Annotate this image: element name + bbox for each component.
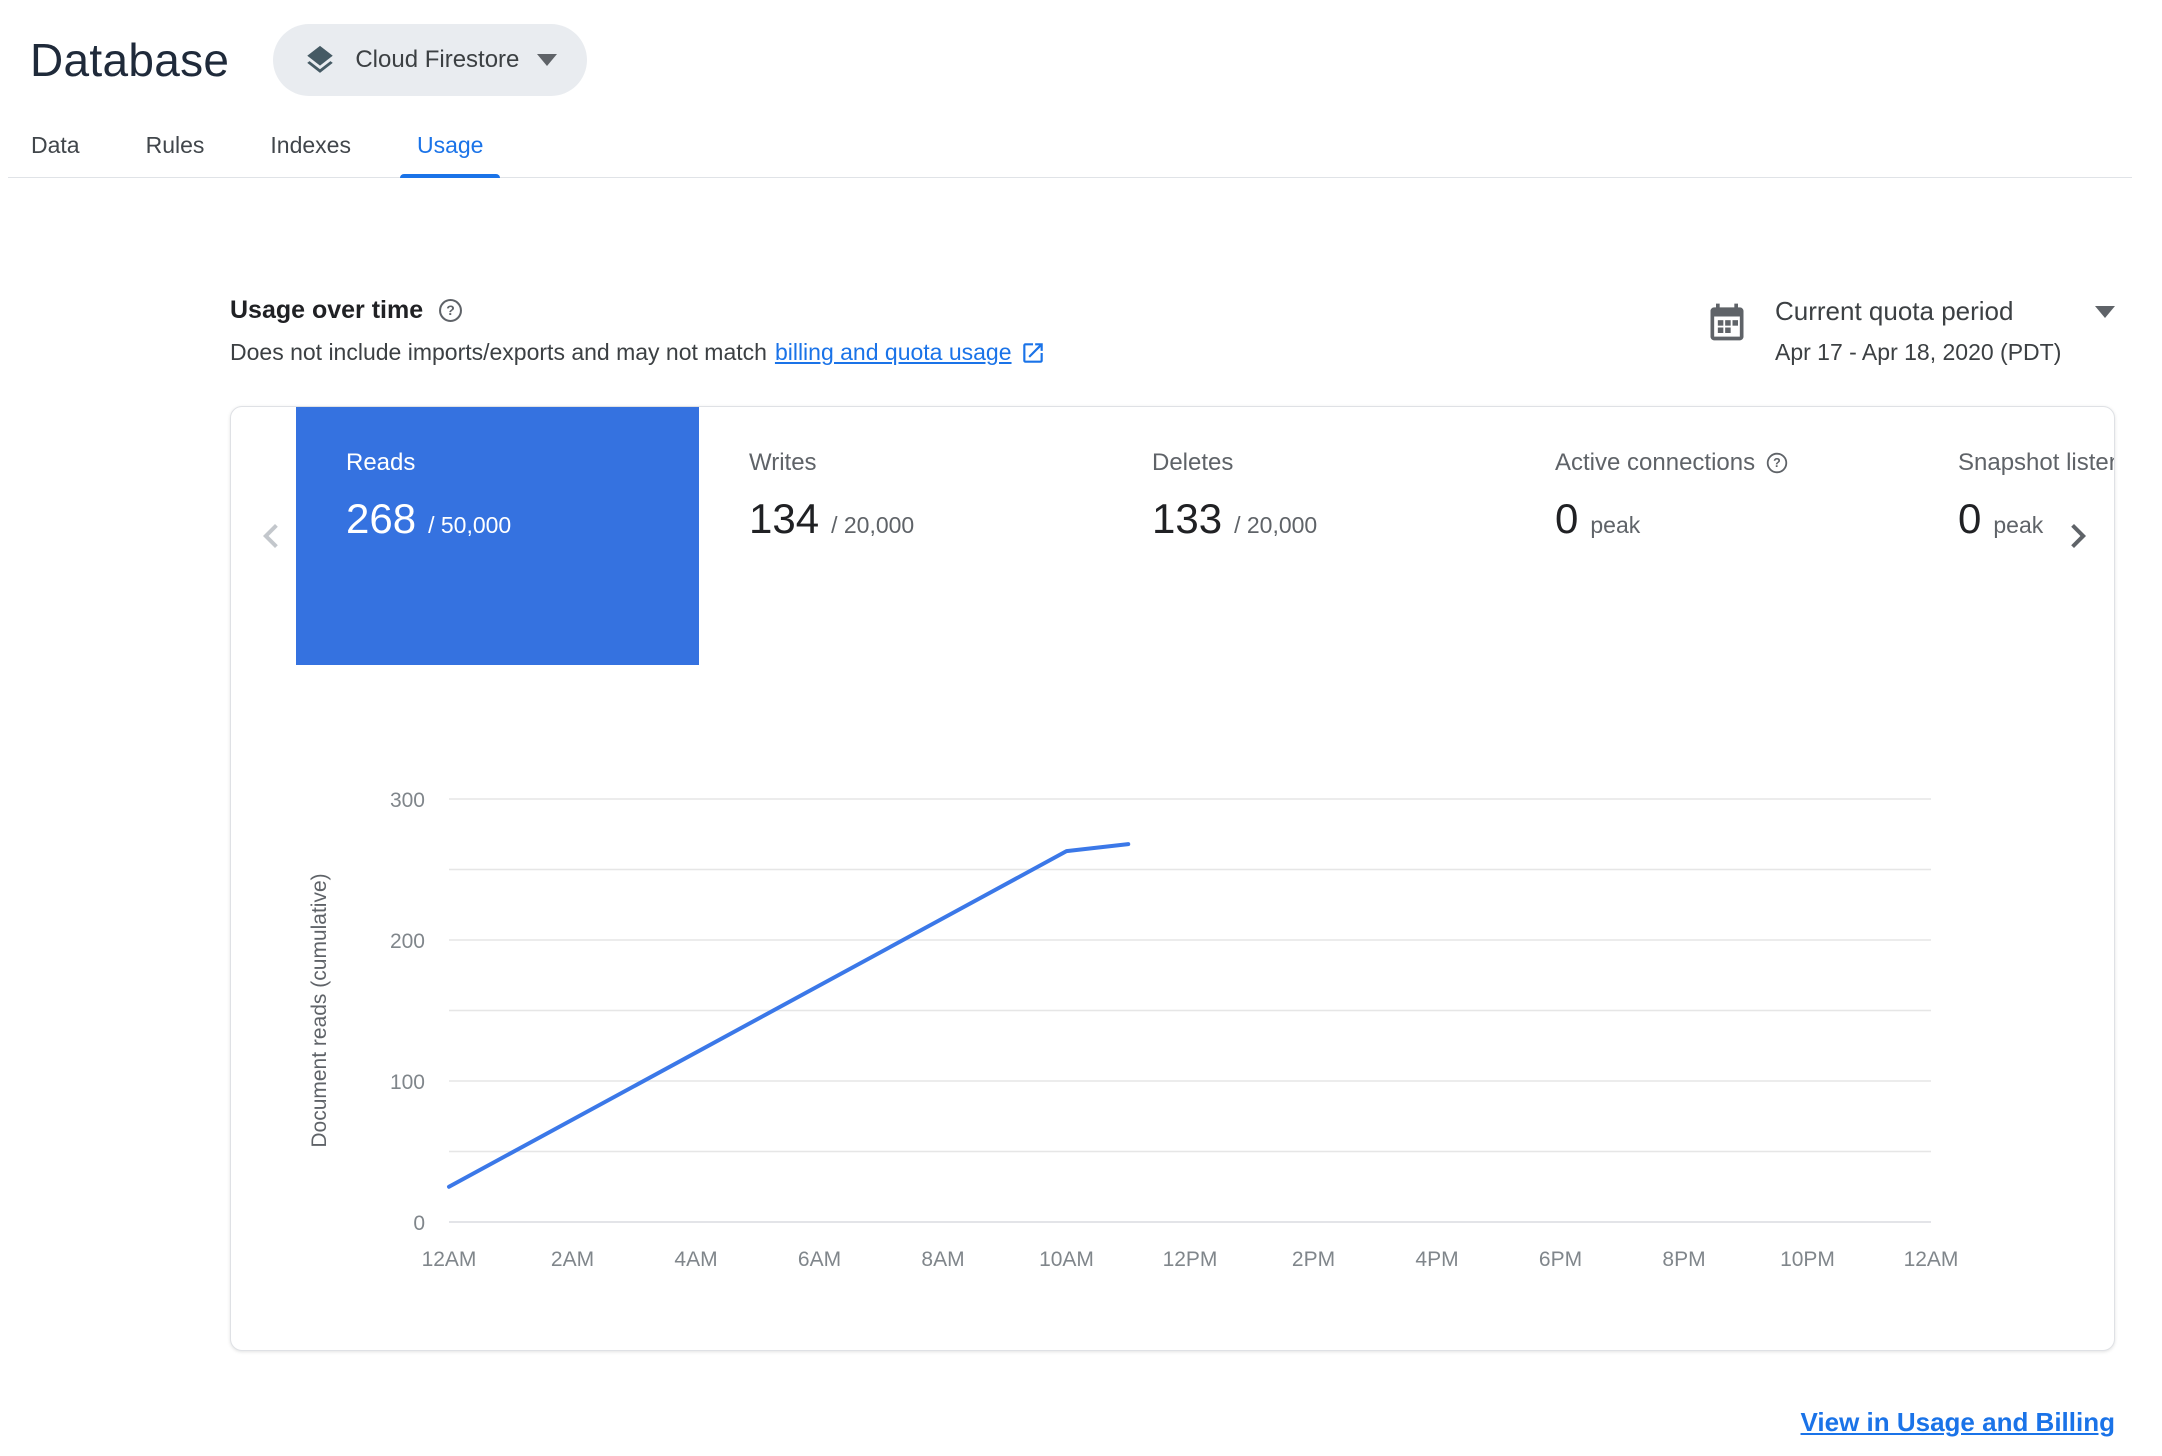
tab-data[interactable]: Data <box>8 132 103 177</box>
quota-period-label: Current quota period <box>1775 296 2014 326</box>
metric-value: 133 <box>1152 495 1223 542</box>
tab-bar: Data Rules Indexes Usage <box>8 132 2132 178</box>
view-usage-billing-link[interactable]: View in Usage and Billing <box>1801 1407 2115 1437</box>
metric-label: Snapshot listeners <box>1958 449 2114 476</box>
svg-text:?: ? <box>1773 456 1781 470</box>
x-tick-label: 2PM <box>1292 1248 1335 1271</box>
chevron-down-icon <box>2095 305 2115 318</box>
y-tick-label: 0 <box>413 1212 425 1235</box>
tab-usage[interactable]: Usage <box>394 132 506 178</box>
x-tick-label: 12AM <box>1904 1248 1959 1271</box>
metric-suffix: peak <box>1993 512 2044 538</box>
metric-label: Reads <box>346 449 416 476</box>
quota-period-selector[interactable]: Current quota period Apr 17 - Apr 18, 20… <box>1705 296 2115 366</box>
product-selector[interactable]: Cloud Firestore <box>273 24 588 96</box>
x-tick-label: 6AM <box>798 1248 841 1271</box>
metric-tiles: Reads 268 / 50,000 Writes 134 / 20,000 D… <box>296 407 2114 665</box>
x-tick-label: 10PM <box>1780 1248 1835 1271</box>
x-tick-label: 8PM <box>1662 1248 1705 1271</box>
page-title: Database <box>30 34 230 86</box>
x-tick-label: 6PM <box>1539 1248 1582 1271</box>
x-tick-label: 12PM <box>1163 1248 1218 1271</box>
card-footer: View in Usage and Billing <box>230 1407 2115 1438</box>
y-tick-label: 200 <box>390 930 425 953</box>
x-tick-label: 8AM <box>921 1248 964 1271</box>
usage-section-head: Usage over time ? Does not include impor… <box>230 296 2115 366</box>
firestore-icon <box>303 43 337 77</box>
product-selector-label: Cloud Firestore <box>355 46 520 73</box>
help-icon[interactable]: ? <box>437 297 464 324</box>
metric-tile-deletes[interactable]: Deletes 133 / 20,000 <box>1102 407 1505 665</box>
metric-tile-reads[interactable]: Reads 268 / 50,000 <box>296 407 699 665</box>
quota-period-dropdown[interactable]: Current quota period <box>1775 296 2115 327</box>
metric-suffix: / 20,000 <box>1234 512 1318 538</box>
tab-indexes[interactable]: Indexes <box>247 132 374 177</box>
billing-quota-usage-link[interactable]: billing and quota usage <box>775 339 1012 366</box>
metric-value: 134 <box>749 495 820 542</box>
metric-suffix: / 50,000 <box>428 512 512 538</box>
page-header: Database Cloud Firestore <box>0 0 2162 96</box>
svg-text:?: ? <box>446 302 455 318</box>
metric-suffix: peak <box>1590 512 1641 538</box>
usage-subtitle: Does not include imports/exports and may… <box>230 339 1046 366</box>
metric-value: 0 <box>1555 495 1579 542</box>
quota-period-range: Apr 17 - Apr 18, 2020 (PDT) <box>1775 339 2062 365</box>
metric-value: 0 <box>1958 495 1982 542</box>
x-tick-label: 10AM <box>1039 1248 1094 1271</box>
metric-tile-active-connections[interactable]: Active connections ? 0 peak <box>1505 407 1908 665</box>
metric-value: 268 <box>346 495 417 542</box>
y-axis-title: Document reads (cumulative) <box>308 873 331 1147</box>
y-tick-label: 100 <box>390 1071 425 1094</box>
x-tick-label: 4PM <box>1415 1248 1458 1271</box>
metric-label: Writes <box>749 449 817 476</box>
tiles-next-button[interactable] <box>2054 512 2102 560</box>
y-tick-label: 300 <box>390 789 425 812</box>
metric-suffix: / 20,000 <box>831 512 915 538</box>
usage-subtitle-text: Does not include imports/exports and may… <box>230 339 767 365</box>
tab-rules[interactable]: Rules <box>123 132 228 177</box>
metric-tile-writes[interactable]: Writes 134 / 20,000 <box>699 407 1102 665</box>
usage-card: Reads 268 / 50,000 Writes 134 / 20,000 D… <box>230 406 2115 1351</box>
x-tick-label: 12AM <box>422 1248 477 1271</box>
x-tick-label: 2AM <box>551 1248 594 1271</box>
external-link-icon[interactable] <box>1020 340 1046 366</box>
metric-label: Active connections <box>1555 449 1756 476</box>
calendar-icon <box>1705 296 1749 344</box>
usage-head-left: Usage over time ? Does not include impor… <box>230 296 1046 366</box>
usage-over-time-title: Usage over time <box>230 296 424 324</box>
tiles-prev-button[interactable] <box>247 512 295 560</box>
metric-label: Deletes <box>1152 449 1234 476</box>
x-tick-label: 4AM <box>674 1248 717 1271</box>
usage-line-series <box>447 842 1131 1189</box>
help-icon[interactable]: ? <box>1765 451 1789 475</box>
chevron-down-icon <box>537 54 558 66</box>
